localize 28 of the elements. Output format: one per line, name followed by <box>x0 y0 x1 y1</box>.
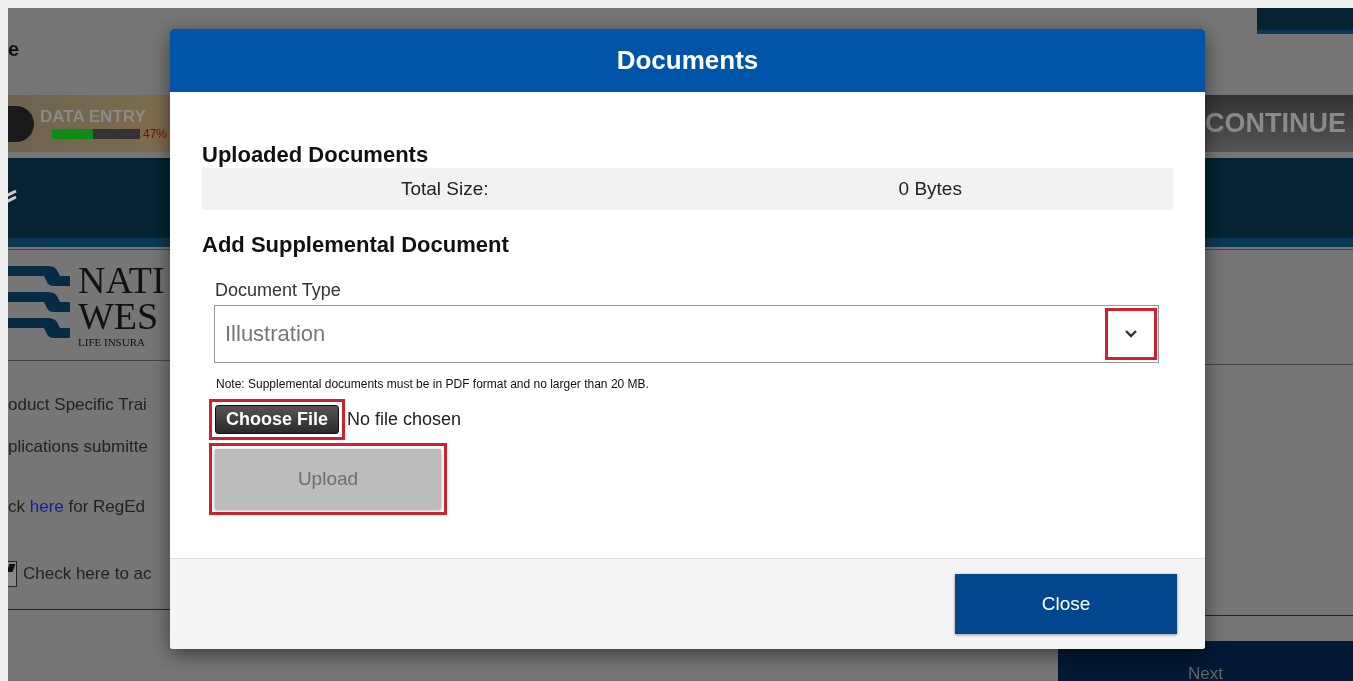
dialog-title: Documents <box>170 29 1205 92</box>
close-button[interactable]: Close <box>955 574 1177 634</box>
logo-text: NATI <box>78 262 165 299</box>
next-button[interactable]: Next <box>1058 641 1353 681</box>
logo-text: WES <box>78 298 160 335</box>
info-text: ck here for RegEd <box>8 497 147 517</box>
info-text: oduct Specific Trai <box>8 395 148 415</box>
document-type-dropdown[interactable]: Illustration <box>214 305 1159 363</box>
dropdown-toggle[interactable] <box>1105 308 1157 360</box>
total-size-label: Total Size: <box>399 178 490 200</box>
total-size-value: 0 Bytes <box>897 178 963 200</box>
dropdown-value: Illustration <box>225 321 326 347</box>
format-note: Note: Supplemental documents must be in PDF format and no larger than 20 MB. <box>216 377 650 391</box>
continue-button[interactable]: CONTINUE <box>1205 95 1353 152</box>
file-status: No file chosen <box>347 409 462 430</box>
field-label: Document Type <box>215 280 342 301</box>
here-link[interactable]: here <box>29 497 64 516</box>
checkbox-label: Check here to ac <box>23 564 152 584</box>
section-heading: Add Supplemental Document <box>202 232 510 258</box>
page-title: e <box>8 37 21 62</box>
checkbox[interactable] <box>8 561 17 587</box>
info-text: plications submitte <box>8 437 149 457</box>
section-heading: Uploaded Documents <box>202 142 430 168</box>
chevron-down-icon <box>1124 329 1138 339</box>
choose-file-button[interactable]: Choose File <box>215 405 339 434</box>
progress-label: DATA ENTRY <box>40 106 147 127</box>
logo-subtitle: LIFE INSURA <box>78 337 146 348</box>
progress-percent: 47% <box>143 126 168 141</box>
